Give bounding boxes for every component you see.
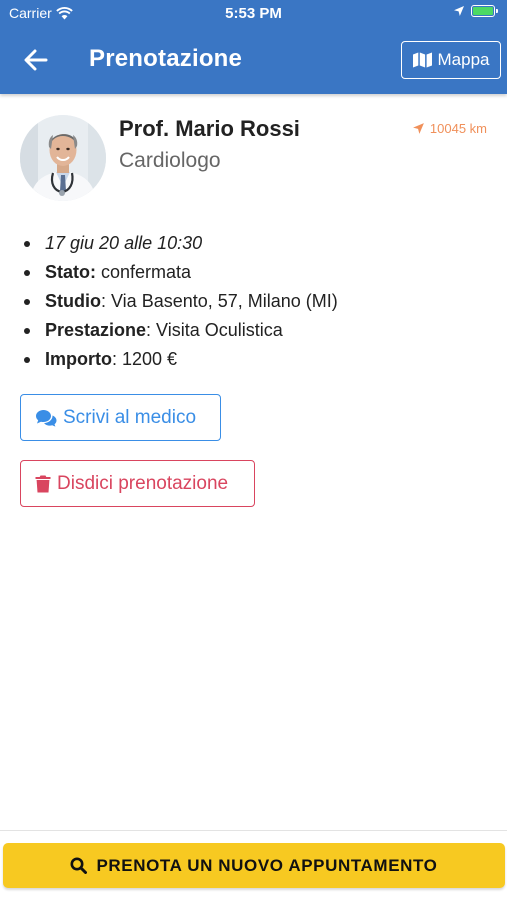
search-icon [70,857,88,874]
back-button[interactable] [20,44,52,76]
book-new-appointment-button[interactable]: PRENOTA UN NUOVO APPUNTAMENTO [3,843,505,888]
map-button-label: Mappa [437,50,490,69]
amount-label: Importo [45,349,112,369]
doctor-avatar [20,115,106,201]
service-value: : Visita Oculistica [146,320,283,340]
studio-label: Studio [45,291,101,311]
book-new-appointment-label: PRENOTA UN NUOVO APPUNTAMENTO [96,855,438,875]
status-time: 5:53 PM [225,5,282,22]
page-title: Prenotazione [89,45,243,72]
message-doctor-label: Scrivi al medico [63,406,197,428]
booking-date: 17 giu 20 alle 10:30 [20,230,490,259]
doctor-photo [20,115,106,201]
location-services-icon [454,6,464,16]
trash-icon [35,475,51,492]
arrow-left-icon [24,49,48,71]
booking-amount: Importo: 1200 € [20,346,490,375]
status-right-icons [453,5,498,17]
booking-status: Stato: confermata [20,259,490,288]
booking-service: Prestazione: Visita Oculistica [20,317,490,346]
doctor-name: Prof. Mario Rossi [119,116,300,141]
nav-bar: Prenotazione Mappa [0,28,507,94]
distance-label: 10045 km [429,121,487,136]
doctor-specialty: Cardiologo [119,149,221,172]
battery-icon [471,5,498,17]
bottom-divider [0,830,507,831]
amount-value: : 1200 € [112,349,178,369]
location-arrow-icon [412,123,424,134]
cancel-booking-button[interactable]: Disdici prenotazione [20,460,255,507]
comments-icon [36,409,57,427]
distance-indicator: 10045 km [412,121,487,136]
cancel-booking-label: Disdici prenotazione [57,472,229,494]
status-label: Stato: [45,262,96,282]
booking-date-text: 17 giu 20 alle 10:30 [45,233,203,253]
booking-details-list: 17 giu 20 alle 10:30 Stato: confermata S… [20,230,490,375]
message-doctor-button[interactable]: Scrivi al medico [20,394,221,441]
service-label: Prestazione [45,320,147,340]
map-icon [412,52,432,68]
booking-studio: Studio: Via Basento, 57, Milano (MI) [20,288,490,317]
app-header: Carrier 5:53 PM Prenotazione Mappa [0,0,507,94]
studio-value: : Via Basento, 57, Milano (MI) [101,291,338,311]
map-button[interactable]: Mappa [401,41,501,79]
status-bar: Carrier 5:53 PM [0,0,507,28]
status-value: confermata [101,262,192,282]
booking-screen: Carrier 5:53 PM Prenotazione Mappa Prof.… [0,0,507,900]
